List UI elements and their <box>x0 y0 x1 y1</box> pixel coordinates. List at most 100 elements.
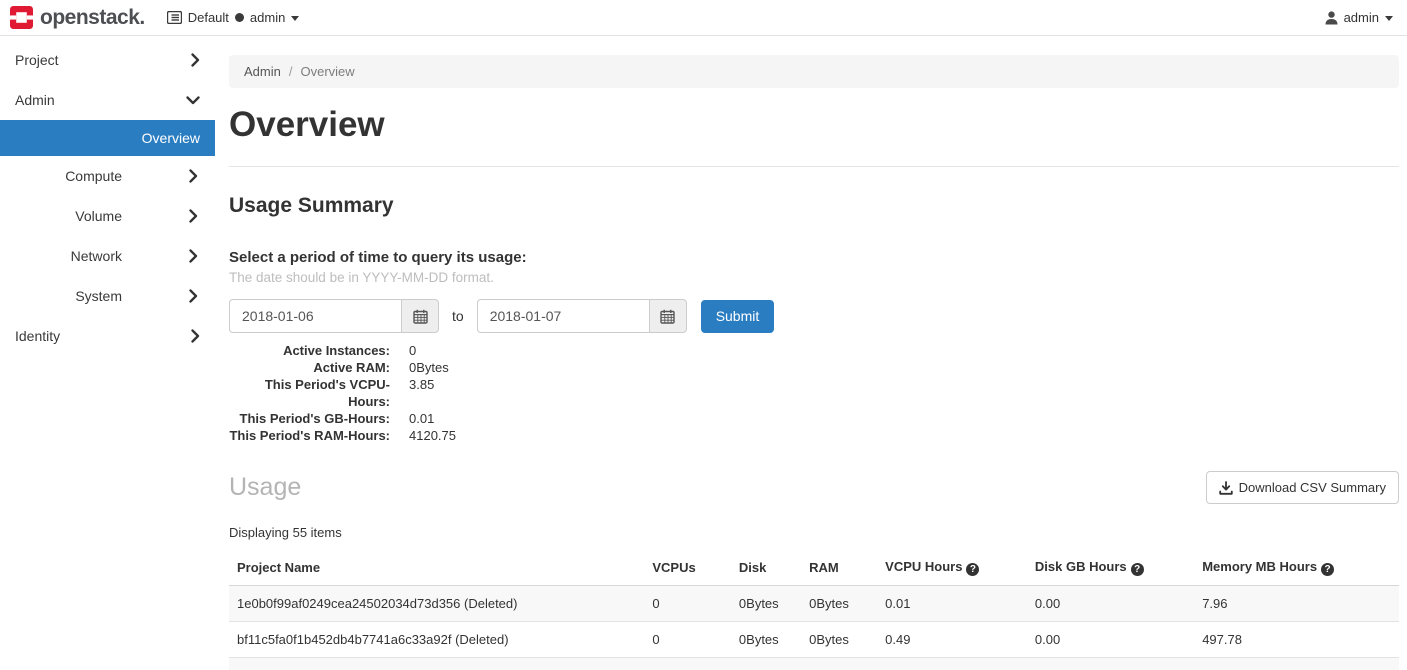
column-label: Disk <box>739 560 766 575</box>
column-vcpus: VCPUs <box>644 550 731 586</box>
submit-button[interactable]: Submit <box>701 300 775 333</box>
sidebar-nav: Project Admin Overview Compute Volume <box>0 36 215 670</box>
date-from-group <box>229 299 439 333</box>
stat-value: 0.01 <box>409 410 434 427</box>
date-from-calendar-button[interactable] <box>401 299 439 333</box>
openstack-brand[interactable]: openstack. <box>10 6 145 29</box>
stat-value: 4120.75 <box>409 427 456 444</box>
stat-label: Active RAM: <box>229 359 390 376</box>
sidebar-item-compute[interactable]: Compute <box>0 156 215 196</box>
cell-vcpu-hours: 0.49 <box>877 622 1027 658</box>
cell-vcpus: 0 <box>644 658 731 670</box>
stat-ram-hours: This Period's RAM-Hours: 4120.75 <box>229 427 1399 444</box>
openstack-logo-icon <box>10 6 33 29</box>
page-title: Overview <box>229 105 1399 145</box>
user-menu[interactable]: admin <box>1325 10 1393 25</box>
usage-stats: Active Instances: 0 Active RAM: 0Bytes T… <box>229 342 1399 444</box>
cell-project-name: bf11c5fa0f1b452db4b7741a6c33a92f (Delete… <box>229 622 644 658</box>
usage-table: Project Name VCPUs Disk RAM VCPU Hours? <box>229 550 1399 670</box>
stat-active-instances: Active Instances: 0 <box>229 342 1399 359</box>
column-label: Memory MB Hours <box>1202 559 1317 574</box>
stat-label: This Period's GB-Hours: <box>229 410 390 427</box>
context-separator-dot <box>235 13 244 22</box>
column-label: VCPUs <box>652 560 695 575</box>
sidebar-item-admin[interactable]: Admin <box>0 80 215 120</box>
column-disk-gb-hours: Disk GB Hours? <box>1027 550 1194 586</box>
column-project-name: Project Name <box>229 550 644 586</box>
cell-disk-gb-hours: 0.00 <box>1027 658 1194 670</box>
title-divider <box>229 166 1399 167</box>
download-csv-button[interactable]: Download CSV Summary <box>1206 471 1399 504</box>
user-icon <box>1325 11 1338 25</box>
project-context-switcher[interactable]: Default admin <box>167 10 300 25</box>
sidebar-item-label: Network <box>71 248 122 264</box>
table-header-row: Project Name VCPUs Disk RAM VCPU Hours? <box>229 550 1399 586</box>
chevron-down-icon <box>291 16 299 21</box>
chevron-right-icon <box>188 209 198 223</box>
cell-project-name: ea1f2f357c09465eb6991edf7079efbe (Delete… <box>229 658 644 670</box>
sidebar-item-identity[interactable]: Identity <box>0 316 215 356</box>
chevron-down-icon <box>1385 16 1393 21</box>
sidebar-item-label: Overview <box>142 130 200 146</box>
top-bar: openstack. Default admin admin <box>0 0 1407 36</box>
cell-disk: 0Bytes <box>731 622 801 658</box>
column-label: VCPU Hours <box>885 559 962 574</box>
cell-memory-mb-hours: 497.78 <box>1194 622 1399 658</box>
sidebar-item-project[interactable]: Project <box>0 40 215 80</box>
brand-wordmark: openstack. <box>40 7 145 28</box>
chevron-right-icon <box>188 289 198 303</box>
sidebar-item-label: Identity <box>15 328 60 344</box>
cell-ram: 0Bytes <box>801 586 877 622</box>
breadcrumb-separator: / <box>289 64 293 79</box>
cell-vcpus: 0 <box>644 586 731 622</box>
sidebar-item-label: Compute <box>65 168 122 184</box>
column-label: Disk GB Hours <box>1035 559 1127 574</box>
cell-memory-mb-hours: 7.96 <box>1194 586 1399 622</box>
chevron-right-icon <box>190 53 200 67</box>
breadcrumb-current: Overview <box>300 64 354 79</box>
table-row: 1e0b0f99af0249cea24502034d73d356 (Delete… <box>229 586 1399 622</box>
stat-label: This Period's VCPU-Hours: <box>229 376 390 410</box>
cell-disk-gb-hours: 0.00 <box>1027 586 1194 622</box>
column-label: Project Name <box>237 560 320 575</box>
sidebar-item-overview-selected[interactable]: Overview <box>0 120 215 156</box>
to-label: to <box>452 308 464 324</box>
sidebar-item-network[interactable]: Network <box>0 236 215 276</box>
breadcrumb: Admin / Overview <box>229 55 1399 88</box>
help-icon[interactable]: ? <box>966 563 979 576</box>
date-to-input[interactable] <box>477 299 649 333</box>
stat-value: 3.85 <box>409 376 434 410</box>
cell-disk: 0Bytes <box>731 658 801 670</box>
calendar-icon <box>413 309 428 324</box>
date-to-calendar-button[interactable] <box>649 299 687 333</box>
cell-ram: 0Bytes <box>801 658 877 670</box>
table-row: ea1f2f357c09465eb6991edf7079efbe (Delete… <box>229 658 1399 670</box>
calendar-icon <box>660 309 675 324</box>
sidebar-item-label: Admin <box>15 92 55 108</box>
column-ram: RAM <box>801 550 877 586</box>
user-name: admin <box>1344 10 1379 25</box>
stat-active-ram: Active RAM: 0Bytes <box>229 359 1399 376</box>
cell-vcpus: 0 <box>644 622 731 658</box>
date-from-input[interactable] <box>229 299 401 333</box>
cell-ram: 0Bytes <box>801 622 877 658</box>
breadcrumb-admin-link[interactable]: Admin <box>244 64 281 79</box>
sidebar-item-label: System <box>75 288 122 304</box>
column-vcpu-hours: VCPU Hours? <box>877 550 1027 586</box>
help-icon[interactable]: ? <box>1131 563 1144 576</box>
chevron-down-icon <box>186 95 200 105</box>
stat-gb-hours: This Period's GB-Hours: 0.01 <box>229 410 1399 427</box>
date-range-prompt: Select a period of time to query its usa… <box>229 249 1399 266</box>
date-format-hint: The date should be in YYYY-MM-DD format. <box>229 270 1399 285</box>
chevron-right-icon <box>188 249 198 263</box>
cell-disk-gb-hours: 0.00 <box>1027 622 1194 658</box>
sidebar-item-system[interactable]: System <box>0 276 215 316</box>
download-csv-label: Download CSV Summary <box>1239 480 1386 495</box>
sidebar-item-volume[interactable]: Volume <box>0 196 215 236</box>
help-icon[interactable]: ? <box>1321 563 1334 576</box>
chevron-right-icon <box>188 169 198 183</box>
cell-project-name: 1e0b0f99af0249cea24502034d73d356 (Delete… <box>229 586 644 622</box>
date-to-group <box>477 299 687 333</box>
column-memory-mb-hours: Memory MB Hours? <box>1194 550 1399 586</box>
stat-value: 0 <box>409 342 416 359</box>
